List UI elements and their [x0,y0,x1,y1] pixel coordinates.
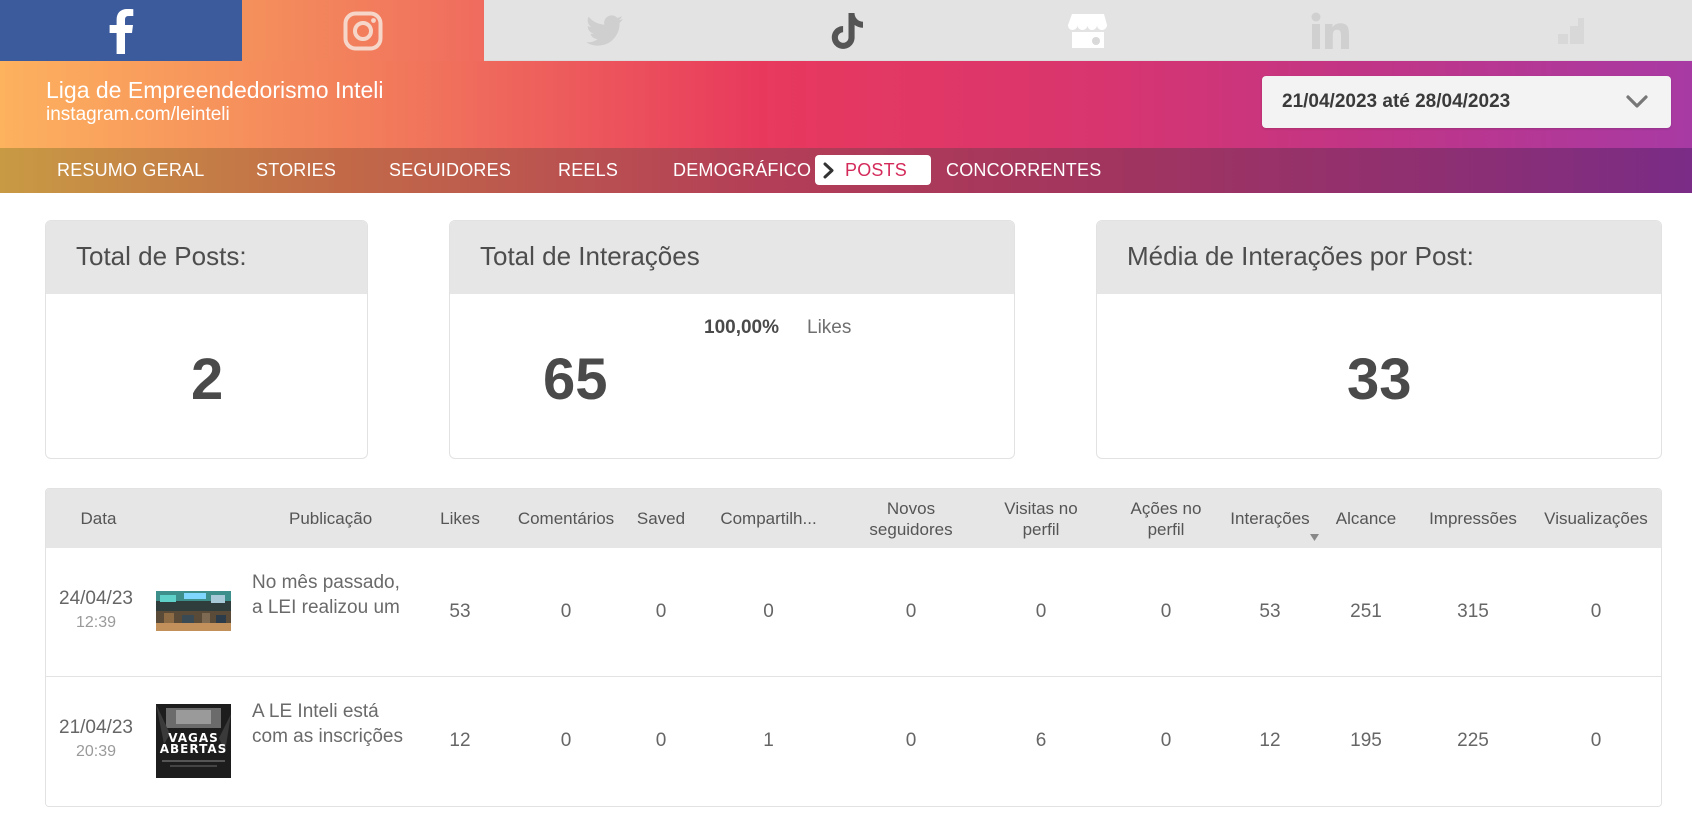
card-total-posts: Total de Posts: 2 [45,220,368,459]
cell-visitas-perfil: 0 [1035,601,1047,622]
tab-seguidores[interactable]: SEGUIDORES [389,148,511,193]
instagram-icon [343,11,383,50]
section-tabs: RESUMO GERAL STORIES SEGUIDORES REELS DE… [0,148,1692,193]
chart-steps-icon [1558,17,1585,44]
card-value: 65 [543,347,608,412]
tab-twitter[interactable] [484,0,726,61]
col-data[interactable]: Data [46,489,151,548]
cell-visitas-perfil: 6 [1035,730,1047,751]
col-acoes-perfil[interactable]: Ações no perfil [1111,489,1221,548]
post-thumbnail[interactable]: VAGAS ABERTAS [156,704,231,778]
cell-acoes-perfil: 0 [1160,730,1172,751]
card-average-interactions: Média de Interações por Post: 33 [1096,220,1662,459]
account-header: Liga de Empreendedorismo Inteli instagra… [0,61,1692,148]
twitter-icon [586,14,623,46]
cell-interacoes: 12 [1259,730,1281,751]
event-photo-image [156,575,231,649]
cell-alcance: 251 [1350,601,1382,622]
date-range-picker[interactable]: 21/04/2023 até 28/04/2023 [1262,76,1671,128]
post-caption[interactable]: A LE Inteli está com as inscrições [252,699,412,749]
cell-visualizacoes: 0 [1590,730,1602,751]
cell-comentarios: 0 [560,730,572,751]
col-comentarios[interactable]: Comentários [501,489,631,548]
tiktok-icon [831,12,863,49]
posts-table: Data Publicação Likes Comentários Saved … [45,488,1662,807]
tab-stories[interactable]: STORIES [256,148,336,193]
tab-other[interactable] [1450,0,1692,61]
col-novos-seguidores[interactable]: Novos seguidores [851,489,971,548]
tab-concorrentes[interactable]: CONCORRENTES [946,148,1101,193]
card-value: 2 [191,347,224,412]
cell-novos-seguidores: 0 [905,601,917,622]
post-date-cell: 21/04/23 20:39 [54,717,138,761]
cell-alcance: 195 [1350,730,1382,751]
tab-posts[interactable]: POSTS [815,155,931,185]
card-title: Total de Posts: [46,221,367,294]
tab-linkedin[interactable] [1209,0,1451,61]
tab-google-business[interactable] [967,0,1209,61]
cell-compartilhamentos: 1 [763,730,774,751]
col-visitas-perfil[interactable]: Visitas no perfil [986,489,1096,548]
col-interacoes[interactable]: Interações [1224,489,1319,548]
cell-saved: 0 [655,601,667,622]
account-name: Liga de Empreendedorismo Inteli [46,77,384,103]
col-saved[interactable]: Saved [626,489,696,548]
card-value: 33 [1347,347,1412,412]
cell-likes: 53 [449,601,471,622]
breakdown-label: Likes [807,317,852,338]
storefront-icon [1068,13,1108,48]
post-date: 21/04/23 [59,717,133,738]
table-row[interactable]: 24/04/23 12:39 No mês passado, a LEI rea… [46,548,1661,677]
col-visualizacoes[interactable]: Visualizações [1536,489,1656,548]
social-network-tabs [0,0,1692,61]
col-likes[interactable]: Likes [430,489,490,548]
tab-facebook[interactable] [0,0,242,61]
cell-impressoes: 225 [1457,730,1489,751]
col-interacoes-label: Interações [1230,509,1310,528]
breakdown-percent: 100,00% [704,317,780,338]
cell-compartilhamentos: 0 [763,601,774,622]
tab-demografico[interactable]: DEMOGRÁFICO [673,148,811,193]
tab-posts-label: POSTS [845,160,908,180]
post-thumbnail[interactable] [156,575,231,649]
post-time: 20:39 [75,743,117,760]
cell-interacoes: 53 [1259,601,1281,622]
cell-novos-seguidores: 0 [905,730,917,751]
cell-acoes-perfil: 0 [1160,601,1172,622]
col-alcance[interactable]: Alcance [1326,489,1406,548]
tab-instagram[interactable] [241,0,485,61]
chevron-down-icon [1626,95,1648,108]
col-compartilhamentos[interactable]: Compartilh... [696,489,841,548]
chevron-right-icon [823,162,834,179]
post-date-cell: 24/04/23 12:39 [54,588,138,632]
table-header: Data Publicação Likes Comentários Saved … [46,489,1661,548]
post-time: 12:39 [75,614,117,631]
col-impressoes[interactable]: Impressões [1418,489,1528,548]
cell-impressoes: 315 [1457,601,1489,622]
tab-resumo-geral[interactable]: RESUMO GERAL [57,148,204,193]
card-title: Média de Interações por Post: [1097,221,1661,294]
cell-comentarios: 0 [560,601,572,622]
tab-reels[interactable]: REELS [558,148,618,193]
card-total-interactions: Total de Interações 65 100,00% Likes [449,220,1015,459]
post-caption[interactable]: No mês passado, a LEI realizou um [252,570,412,620]
cell-visualizacoes: 0 [1590,601,1602,622]
cell-saved: 0 [655,730,667,751]
table-row[interactable]: 21/04/23 20:39 VAGAS ABERTAS A LE Inteli… [46,677,1661,806]
cell-likes: 12 [449,730,471,751]
tab-tiktok[interactable] [726,0,968,61]
account-url[interactable]: instagram.com/leinteli [46,104,230,126]
sort-desc-icon [1309,534,1319,541]
facebook-icon [109,8,134,54]
linkedin-icon [1311,12,1349,49]
thumbnail-text: VAGAS ABERTAS [159,731,228,756]
date-range-value: 21/04/2023 até 28/04/2023 [1282,91,1511,112]
card-title: Total de Interações [450,221,1014,294]
post-date: 24/04/23 [59,588,133,609]
